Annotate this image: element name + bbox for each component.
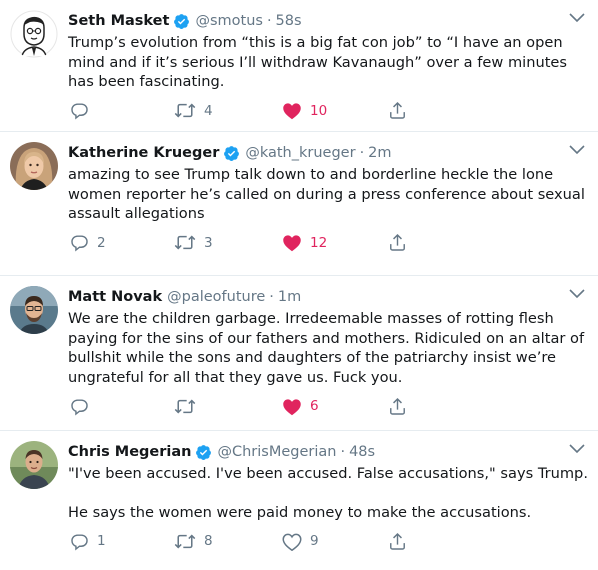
like-button[interactable]: 9 bbox=[282, 530, 319, 552]
tweet-text: "I've been accused. I've been accused. F… bbox=[68, 464, 588, 522]
timestamp[interactable]: 1m bbox=[278, 289, 301, 305]
heart-icon bbox=[283, 399, 301, 416]
share-button[interactable] bbox=[388, 100, 407, 122]
retweet-icon bbox=[174, 534, 196, 549]
tweet-text: We are the children garbage. Irredeemabl… bbox=[68, 309, 588, 387]
retweet-count: 3 bbox=[204, 234, 213, 251]
retweet-icon bbox=[174, 103, 196, 118]
handle[interactable]: @kath_krueger bbox=[245, 145, 355, 161]
reply-icon bbox=[71, 534, 88, 551]
verified-badge-icon bbox=[196, 444, 212, 460]
share-button[interactable] bbox=[388, 232, 407, 254]
tweet[interactable]: Seth Masket @smotus · 58s Trump’s evolut… bbox=[0, 0, 598, 132]
retweet-button[interactable] bbox=[174, 395, 204, 417]
timestamp[interactable]: 48s bbox=[349, 444, 375, 460]
reply-icon bbox=[71, 399, 88, 416]
retweet-button[interactable]: 4 bbox=[174, 100, 213, 122]
timeline: Seth Masket @smotus · 58s Trump’s evolut… bbox=[0, 0, 598, 570]
heart-icon bbox=[282, 533, 302, 551]
share-button[interactable] bbox=[388, 530, 407, 552]
like-button[interactable]: 6 bbox=[282, 395, 319, 417]
tweet-text-line: He says the women were paid money to mak… bbox=[68, 503, 532, 521]
heart-icon bbox=[283, 235, 301, 252]
tweet-text-line: "I've been accused. I've been accused. F… bbox=[68, 465, 588, 482]
share-icon bbox=[390, 532, 405, 550]
tweet-text-line: We are the children garbage. Irredeemabl… bbox=[68, 310, 585, 386]
separator: · bbox=[269, 289, 274, 305]
display-name[interactable]: Matt Novak bbox=[68, 289, 162, 305]
tweet-text: amazing to see Trump talk down to and bo… bbox=[68, 165, 588, 224]
tweet-header: Matt Novak @paleofuture · 1m bbox=[68, 286, 586, 308]
share-icon bbox=[390, 234, 405, 252]
share-icon bbox=[390, 102, 405, 120]
like-count: 10 bbox=[310, 102, 328, 119]
avatar[interactable] bbox=[10, 142, 58, 190]
verified-badge-icon bbox=[224, 145, 240, 161]
tweet-header: Katherine Krueger @kath_krueger · 2m bbox=[68, 142, 586, 164]
tweet-text: Trump’s evolution from “this is a big fa… bbox=[68, 33, 588, 92]
tweet-text-line: amazing to see Trump talk down to and bo… bbox=[68, 166, 585, 223]
reply-count: 2 bbox=[97, 234, 106, 251]
tweet[interactable]: Katherine Krueger @kath_krueger · 2m ama… bbox=[0, 132, 598, 276]
retweet-count: 8 bbox=[204, 533, 213, 550]
handle[interactable]: @paleofuture bbox=[167, 289, 265, 305]
retweet-button[interactable]: 3 bbox=[174, 232, 213, 254]
tweet-header: Seth Masket @smotus · 58s bbox=[68, 10, 586, 32]
tweet-actions: 6 bbox=[68, 387, 586, 429]
display-name[interactable]: Katherine Krueger bbox=[68, 145, 219, 161]
reply-icon bbox=[71, 235, 88, 252]
tweet[interactable]: Matt Novak @paleofuture · 1m We are the … bbox=[0, 276, 598, 431]
reply-button[interactable]: 2 bbox=[70, 232, 106, 254]
separator: · bbox=[340, 444, 346, 460]
separator: · bbox=[359, 145, 365, 161]
tweet[interactable]: Chris Megerian @ChrisMegerian · 48s "I'v… bbox=[0, 431, 598, 570]
reply-button[interactable] bbox=[70, 395, 97, 417]
retweet-count: 4 bbox=[204, 102, 213, 119]
chevron-down-icon[interactable] bbox=[568, 12, 586, 24]
verified-badge-icon bbox=[174, 13, 190, 29]
retweet-icon bbox=[174, 235, 196, 250]
like-count: 9 bbox=[310, 533, 319, 550]
tweet-actions: 4 10 bbox=[68, 92, 586, 134]
chevron-down-icon[interactable] bbox=[568, 144, 586, 156]
separator: · bbox=[266, 13, 272, 29]
reply-count: 1 bbox=[97, 533, 106, 550]
chevron-down-icon[interactable] bbox=[568, 288, 586, 300]
share-icon bbox=[390, 397, 405, 415]
reply-button[interactable] bbox=[70, 100, 97, 122]
display-name[interactable]: Seth Masket bbox=[68, 13, 169, 29]
timestamp[interactable]: 58s bbox=[276, 13, 302, 29]
reply-button[interactable]: 1 bbox=[70, 530, 106, 552]
retweet-button[interactable]: 8 bbox=[174, 530, 213, 552]
display-name[interactable]: Chris Megerian bbox=[68, 444, 191, 460]
avatar[interactable] bbox=[10, 441, 58, 489]
tweet-text-line: Trump’s evolution from “this is a big fa… bbox=[68, 34, 568, 91]
tweet-header: Chris Megerian @ChrisMegerian · 48s bbox=[68, 441, 586, 463]
like-button[interactable]: 12 bbox=[282, 232, 327, 254]
like-count: 6 bbox=[310, 398, 319, 415]
reply-icon bbox=[71, 103, 88, 120]
avatar[interactable] bbox=[10, 10, 58, 58]
tweet-actions: 2 3 12 bbox=[68, 224, 586, 266]
like-count: 12 bbox=[310, 234, 328, 251]
share-button[interactable] bbox=[388, 395, 407, 417]
timestamp[interactable]: 2m bbox=[368, 145, 391, 161]
avatar[interactable] bbox=[10, 286, 58, 334]
chevron-down-icon[interactable] bbox=[568, 443, 586, 455]
handle[interactable]: @smotus bbox=[195, 13, 262, 29]
like-button[interactable]: 10 bbox=[282, 100, 327, 122]
handle[interactable]: @ChrisMegerian bbox=[217, 444, 336, 460]
heart-icon bbox=[283, 103, 301, 120]
retweet-icon bbox=[174, 399, 196, 414]
tweet-actions: 1 8 9 bbox=[68, 522, 586, 564]
